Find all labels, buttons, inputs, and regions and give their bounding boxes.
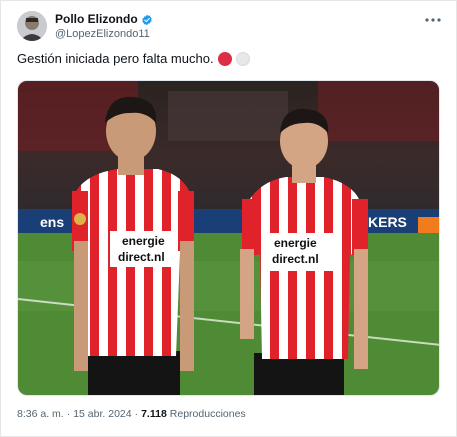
avatar[interactable] — [17, 11, 47, 41]
meta-separator-2: · — [134, 408, 139, 420]
red-circle-icon — [217, 51, 232, 66]
author-names: Pollo Elizondo @LopezElizondo11 — [55, 12, 153, 40]
tweet-meta: 8:36 a. m. · 15 abr. 2024 · 7.118 Reprod… — [17, 408, 246, 420]
author-display-name[interactable]: Pollo Elizondo — [55, 12, 138, 26]
right-shirt-sponsor-1: energie — [274, 236, 317, 250]
tweet-body: Gestión iniciada pero falta mucho. — [17, 51, 214, 66]
tweet-card: Pollo Elizondo @LopezElizondo11 Gestión … — [0, 0, 457, 437]
left-shirt-sponsor-2: direct.nl — [118, 250, 165, 264]
more-options-icon[interactable] — [424, 13, 442, 27]
tweet-photo[interactable]: ens KERS energie direct.nl energie direc… — [17, 80, 440, 396]
tweet-date[interactable]: 15 abr. 2024 — [73, 408, 131, 420]
author-handle[interactable]: @LopezElizondo11 — [55, 28, 153, 40]
tweet-header: Pollo Elizondo @LopezElizondo11 — [17, 11, 442, 43]
verified-badge-icon — [141, 13, 153, 26]
board-text-right: KERS — [368, 214, 407, 230]
right-shirt-sponsor-2: direct.nl — [272, 252, 319, 266]
view-count: 7.118 — [141, 408, 167, 420]
tweet-text: Gestión iniciada pero falta mucho. — [17, 51, 250, 66]
views-label: Reproducciones — [169, 408, 246, 420]
board-text-left: ens — [40, 214, 64, 230]
left-shirt-sponsor-1: energie — [122, 234, 165, 248]
white-circle-icon — [235, 51, 250, 66]
tweet-time[interactable]: 8:36 a. m. — [17, 408, 64, 420]
meta-separator: · — [66, 408, 71, 420]
